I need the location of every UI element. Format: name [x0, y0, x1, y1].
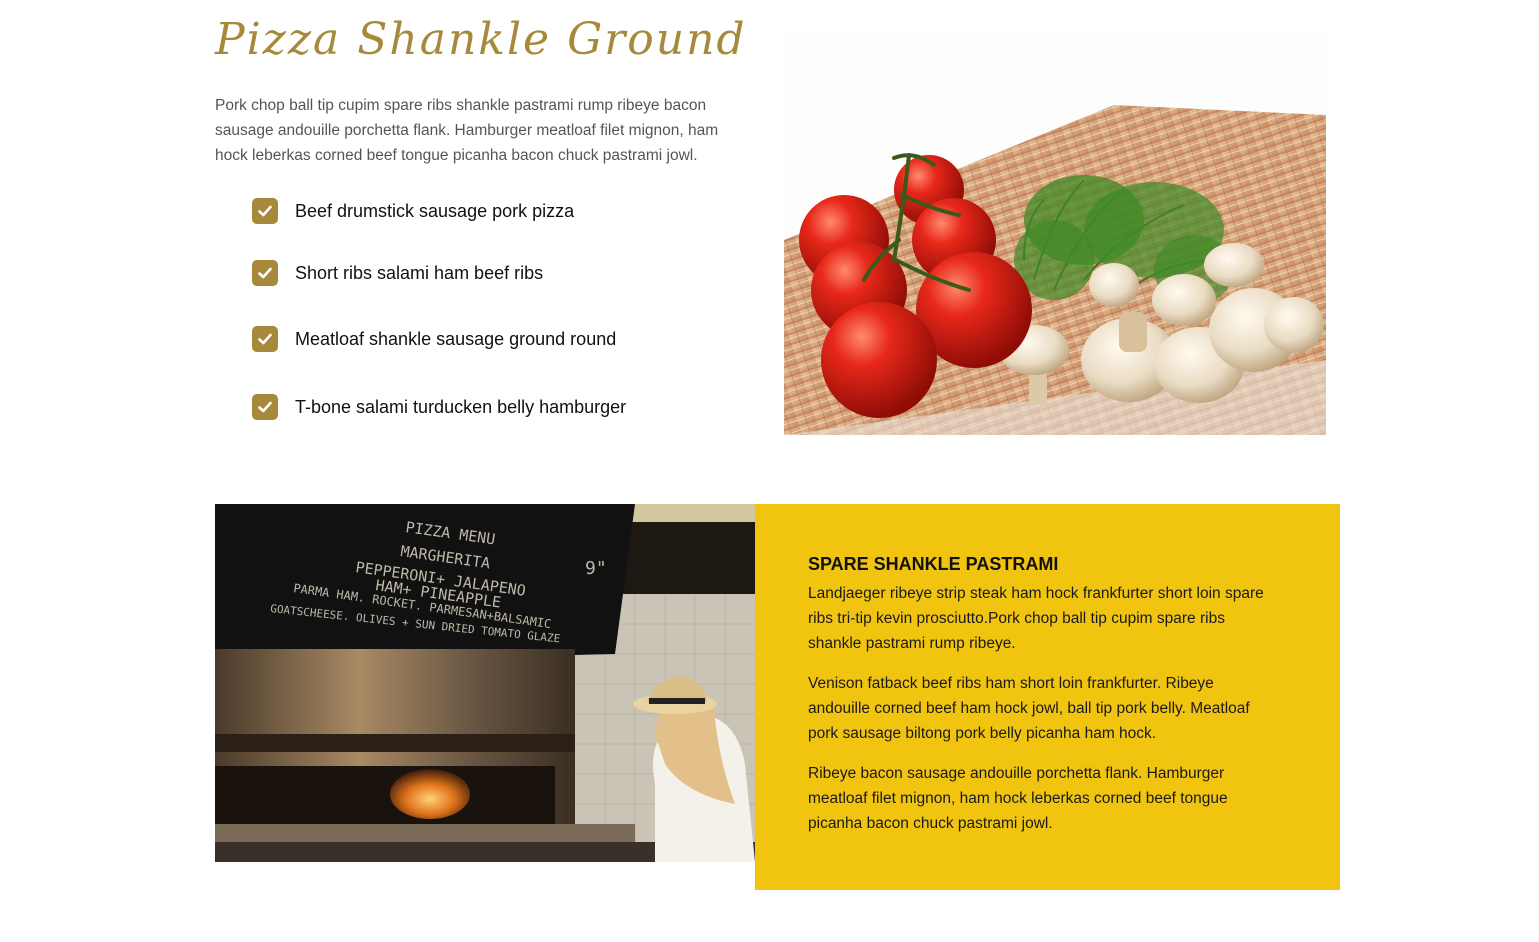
info-card: SPARE SHANKLE PASTRAMI Landjaeger ribeye…	[755, 504, 1340, 890]
list-item-label: Meatloaf shankle sausage ground round	[295, 328, 617, 349]
vegetables-photo	[784, 30, 1326, 435]
list-item-label: Beef drumstick sausage pork pizza	[295, 200, 575, 221]
menu-board-price: 9"	[585, 558, 607, 579]
check-icon	[252, 260, 278, 286]
list-item: Meatloaf shankle sausage ground round	[252, 326, 616, 352]
intro-paragraph: Pork chop ball tip cupim spare ribs shan…	[215, 97, 719, 164]
list-item: Beef drumstick sausage pork pizza	[252, 198, 574, 224]
pizza-oven-photo: PIZZA MENU MARGHERITA PEPPERONI+ JALAPEN…	[215, 504, 755, 862]
info-card-paragraph: Ribeye bacon sausage andouille porchetta…	[808, 765, 1228, 832]
check-icon	[252, 198, 278, 224]
check-icon	[252, 326, 278, 352]
section-title: Pizza Shankle Ground	[215, 14, 747, 65]
list-item: Short ribs salami ham beef ribs	[252, 260, 543, 286]
list-item-label: T-bone salami turducken belly hamburger	[295, 396, 627, 417]
info-card-paragraph: Venison fatback beef ribs ham short loin…	[808, 675, 1250, 742]
info-card-title: SPARE SHANKLE PASTRAMI	[808, 554, 1059, 574]
check-icon	[252, 394, 278, 420]
list-item-label: Short ribs salami ham beef ribs	[295, 262, 544, 283]
info-card-paragraph: Landjaeger ribeye strip steak ham hock f…	[808, 585, 1264, 652]
list-item: T-bone salami turducken belly hamburger	[252, 394, 626, 420]
